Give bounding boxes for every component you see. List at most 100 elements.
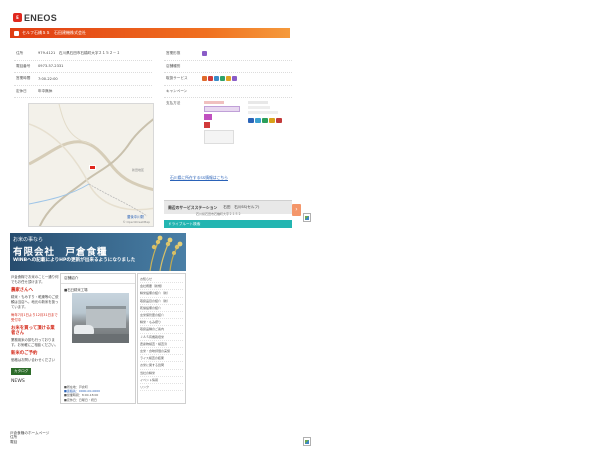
- service-icon: [202, 76, 207, 82]
- catalog-badge[interactable]: カタログ: [11, 368, 32, 375]
- side-menu-item[interactable]: 玄米・食味評価の実施: [140, 348, 183, 356]
- info-line: ■定休日：日曜日・祝日: [64, 397, 97, 402]
- reservation-text: 価格はお問い合わせください: [11, 358, 56, 362]
- info-row-holiday: 定休日 年中無休: [14, 86, 152, 98]
- footer-line: 電話: [10, 439, 18, 444]
- broken-image-icon: [303, 213, 311, 222]
- service-icon: [214, 76, 219, 82]
- station-service-table: 営業形態 店舗種別 取扱サービス キャンペーン: [164, 48, 292, 98]
- buyers-heading: お米を買って頂ける業者さん: [11, 326, 55, 336]
- left-info-column: 戸倉食糧でお米のこと一通り何でもお任せ頂けます。 農家さんへ 精米・もみすり・乾…: [11, 275, 59, 384]
- info-label: 定休日: [16, 88, 27, 93]
- eneos-station-page: E ENEOS セルフ石橋ＳＳ 石田建機株式会社 住所 979-4121 石川県…: [10, 8, 301, 228]
- prefecture-ss-link[interactable]: 石川県に所在するSS情報はこちら: [170, 175, 228, 181]
- service-icon: [232, 76, 237, 82]
- info-label: キャンペーン: [166, 88, 188, 93]
- shop-contact-info: ■所在地：戸倉町 ■連絡先：0000-00-0000 ■営業時間：8:00-18…: [64, 385, 136, 402]
- info-label: 店舗種別: [166, 63, 181, 68]
- info-row-hours: 営業時間 7:00-22:00: [14, 73, 152, 86]
- side-menu-item[interactable]: ＪＡＳ有機栽培米: [140, 334, 183, 341]
- info-row-address: 住所 979-4121 石川県石田市石橋町大字２１５２－１: [14, 48, 152, 61]
- scroll-arrow-icon[interactable]: ›: [292, 204, 301, 216]
- news-heading: NEWS: [11, 379, 25, 384]
- banner-tagline: お米の事なら: [13, 237, 44, 243]
- side-menu-item[interactable]: 乾燥設備の紹介: [140, 305, 183, 313]
- info-row-business-type: 営業形態: [164, 48, 292, 61]
- map-place-label: 新田地区: [132, 168, 145, 172]
- side-menu-item[interactable]: お知らせ: [140, 276, 183, 284]
- intro-text: 戸倉食糧でお米のこと一通り何でもお任せ頂けます。: [11, 275, 59, 284]
- station-icon: [14, 30, 19, 36]
- info-value: 7:00-22:00: [38, 76, 58, 81]
- factory-caption: ■石臼精米工場: [64, 288, 88, 292]
- nearby-station-name[interactable]: 石田 石川SS(セルフ): [223, 205, 259, 210]
- info-label: 支払方法: [166, 101, 181, 105]
- service-icon: [226, 76, 231, 82]
- rice-shop-page: お米の事なら 有限会社 戸倉食糧 WINBへの記載によりHPの更新が出来るように…: [10, 233, 186, 448]
- station-title-bar: セルフ石橋ＳＳ 石田建機株式会社: [10, 28, 290, 38]
- station-info-table: 住所 979-4121 石川県石田市石橋町大字２１５２－１ 電話番号 0973-…: [14, 48, 152, 98]
- map-credit: © OpenStreetMap: [122, 220, 150, 224]
- nearby-title: 周辺のサービスステーション: [168, 204, 218, 210]
- station-title: セルフ石橋ＳＳ 石田建機株式会社: [22, 30, 86, 35]
- station-map[interactable]: 新田地区 豊後中川駅 © OpenStreetMap: [28, 103, 154, 227]
- banner-company-name: 有限会社 戸倉食糧: [13, 247, 108, 258]
- payment-card-icon: [262, 118, 268, 123]
- side-menu-item[interactable]: 会社概要（新規）: [140, 283, 183, 291]
- payment-card-icon: [248, 118, 254, 123]
- reservation-heading: 新米のご予約: [11, 351, 38, 356]
- info-row-phone: 電話番号 0973-57-2331: [14, 61, 152, 73]
- eneos-logo[interactable]: E ENEOS: [13, 12, 57, 23]
- info-label: 営業形態: [166, 51, 181, 56]
- info-value: 年中無休: [38, 88, 53, 93]
- payment-group-left: [204, 101, 240, 144]
- banner-subtitle: WINBへの記載によりHPの更新が出来るようになりました: [13, 258, 136, 263]
- side-menu-item[interactable]: 玄米保管庫の紹介: [140, 312, 183, 320]
- info-row-services: 取扱サービス: [164, 73, 292, 86]
- info-label: 取扱サービス: [166, 76, 188, 81]
- broken-image-icon: [303, 437, 311, 446]
- station-marker-icon[interactable]: [89, 165, 96, 170]
- browser-viewport: E ENEOS セルフ石橋ＳＳ 石田建機株式会社 住所 979-4121 石川県…: [0, 0, 600, 450]
- info-value: 0973-57-2331: [38, 64, 64, 69]
- buyers-text: 業務用米の卸も行っております。お気軽にご相談ください。: [11, 338, 59, 347]
- payment-card-icon: [276, 118, 282, 123]
- side-menu-item[interactable]: 精米設備の紹介（新）: [140, 290, 183, 298]
- side-menu: お知らせ 会社概要（新規） 精米設備の紹介（新） 取扱品目の紹介（新） 乾燥設備…: [137, 273, 186, 404]
- payment-methods: 支払方法: [164, 98, 292, 168]
- farmers-heading: 農家さんへ: [11, 288, 33, 293]
- payment-card-icon: [269, 118, 275, 123]
- eneos-brand-text: ENEOS: [24, 12, 58, 23]
- nearby-station-address: 石川県石田市石橋町大字２１５２: [196, 212, 242, 216]
- service-icon: [208, 76, 213, 82]
- shop-banner: お米の事なら 有限会社 戸倉食糧 WINBへの記載によりHPの更新が出来るように…: [10, 233, 186, 271]
- side-menu-item[interactable]: 取扱品種のご案内: [140, 326, 183, 334]
- map-station-label: 豊後中川駅: [127, 215, 144, 219]
- info-label: 住所: [16, 51, 24, 56]
- side-menu-item[interactable]: 精米・もみ摺り: [140, 319, 183, 327]
- side-menu-item[interactable]: 取扱品目の紹介（新）: [140, 298, 183, 305]
- side-menu-item[interactable]: 農産物検査・検査済: [140, 341, 183, 349]
- side-menu-item[interactable]: 当社の精米: [140, 370, 183, 377]
- rice-plant-image: [149, 235, 183, 271]
- side-menu-item[interactable]: お米に関する質問: [140, 362, 183, 370]
- shop-footer: 戸倉食糧のホームページ 住所 電話: [10, 431, 186, 444]
- side-menu-item[interactable]: ライス検査の結果: [140, 355, 183, 363]
- drive-route-button[interactable]: ドライブルート検索: [164, 220, 292, 228]
- farmers-notice: 毎年7月1日より12月31日まで受付中: [11, 313, 58, 322]
- side-menu-item[interactable]: リンク: [140, 384, 183, 392]
- info-row-campaign: キャンペーン: [164, 86, 292, 98]
- shop-intro-header: 店舗紹介: [61, 274, 135, 284]
- info-label: 営業時間: [16, 76, 31, 81]
- info-label: 電話番号: [16, 63, 31, 68]
- factory-photo: [72, 293, 129, 343]
- service-icons: [202, 76, 238, 82]
- payment-card-icon: [255, 118, 261, 123]
- info-value: 979-4121 石川県石田市石橋町大字２１５２－１: [38, 51, 120, 56]
- farmers-text: 精米・もみすり・乾燥等のご依頼は当店へ。地元の新米を扱っています。: [11, 295, 59, 309]
- payment-group-right: [248, 101, 283, 124]
- payment-card-icons: [248, 118, 283, 124]
- side-menu-item[interactable]: イベント情報: [140, 377, 183, 385]
- info-row-store-type: 店舗種別: [164, 61, 292, 73]
- shop-intro-panel: 店舗紹介 ■石臼精米工場 ■所在地：戸倉町 ■連絡先：0000-00-0000 …: [60, 273, 136, 404]
